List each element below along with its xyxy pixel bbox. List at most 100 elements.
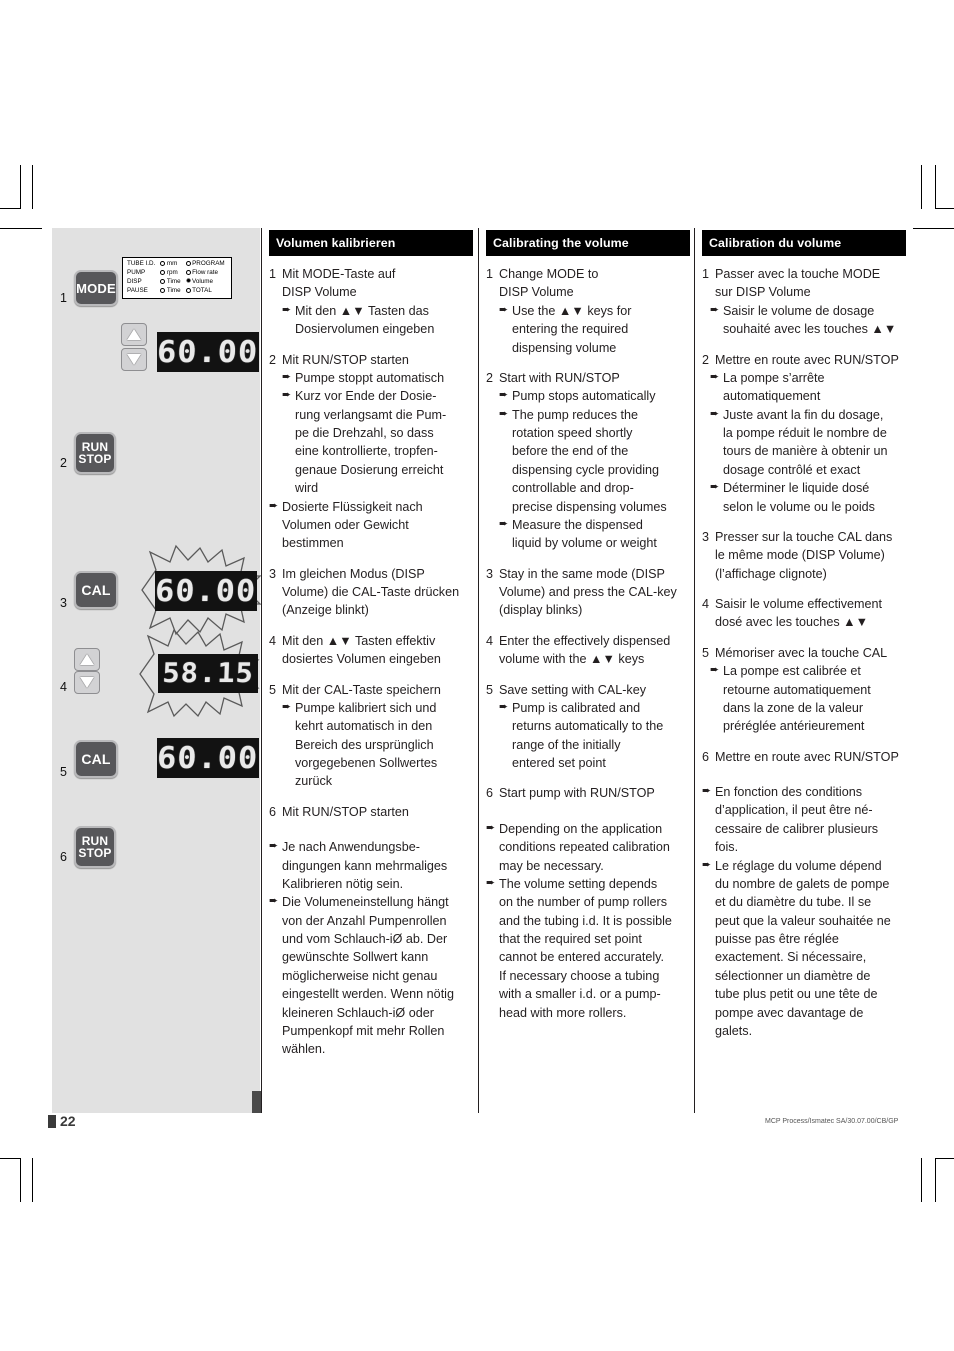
step-number-5: 5 xyxy=(60,765,67,779)
instruction-line: and the tubing i.d. It is possible xyxy=(499,913,672,928)
instruction-line: tube plus petit ou une tête de xyxy=(715,987,878,1002)
column-heading-french: Calibration du volume xyxy=(702,230,906,257)
instruction-line: d’application, il peut être né- xyxy=(715,803,873,818)
mode-legend-option[interactable]: Time xyxy=(157,278,182,287)
instruction-step: 6 Mettre en route avec RUN/STOP xyxy=(702,748,900,766)
mode-legend-option[interactable]: PROGRAM xyxy=(183,260,227,269)
instruction-line: fois. xyxy=(715,840,739,855)
triangle-up-icon xyxy=(80,654,94,665)
instruction-line: Stay in the same mode (DISP xyxy=(499,566,665,581)
down-key-step1[interactable] xyxy=(121,348,147,371)
instruction-line: Déterminer le liquide dosé xyxy=(723,481,870,496)
arrow-bullet-icon: ➨ xyxy=(269,895,279,908)
arrow-bullet-icon: ➨ xyxy=(282,303,292,316)
mode-key[interactable]: MODE xyxy=(74,270,118,306)
crop-mark-top-right-horizontal xyxy=(935,208,954,209)
arrow-bullet-icon: ➨ xyxy=(499,389,509,402)
instruction-bullet: ➨ Saisir le volume de dosage souhaité avec… xyxy=(710,302,900,339)
instruction-bullet-text: The pump reduces the rotation speed short… xyxy=(512,406,684,516)
arrow-bullet-icon: ➨ xyxy=(710,370,720,383)
instruction-line: exactement. Si nécessaire, xyxy=(715,950,867,965)
instruction-step-text: Mit der CAL-Taste speichern xyxy=(282,681,467,699)
instruction-step-number: 1 xyxy=(269,267,277,282)
instruction-line: If necessary choose a tubing xyxy=(499,968,660,983)
instruction-step-text: Passer avec la touche MODE sur DISP Volum… xyxy=(715,265,900,302)
instruction-line: tours de manière à obtenir un xyxy=(723,444,888,459)
mode-legend-option[interactable]: Time xyxy=(157,287,182,296)
instruction-line: precise dispensing volumes xyxy=(512,499,667,514)
instruction-line: Kurz vor Ende der Dosie- xyxy=(295,389,437,404)
mode-legend-option[interactable]: TOTAL xyxy=(183,287,227,296)
instruction-step: 6 Start pump with RUN/STOP xyxy=(486,784,684,802)
arrow-bullet-icon: ➨ xyxy=(710,407,720,420)
display-step4: 58.15 xyxy=(158,654,258,693)
dot-marker-icon xyxy=(185,260,191,266)
note-bullet: ➨ Die Volumeneinstellung hängt von der Anz… xyxy=(269,893,467,1058)
instruction-line: entered set point xyxy=(512,756,606,771)
run-stop-key-step6[interactable]: RUN STOP xyxy=(74,826,116,868)
arrow-bullet-icon: ➨ xyxy=(499,407,509,420)
column-divider-1 xyxy=(261,228,262,1113)
instruction-line: The volume setting depends xyxy=(499,876,658,891)
instruction-line: (l’affichage clignote) xyxy=(715,566,827,581)
dot-marker-icon xyxy=(160,278,166,284)
column-heading-english: Calibrating the volume xyxy=(486,230,690,257)
run-stop-key-step2[interactable]: RUN STOP xyxy=(74,432,116,474)
instruction-bullet-text: Measure the dispensed liquid by volume or… xyxy=(512,516,684,553)
instruction-line: before the end of the xyxy=(512,444,629,459)
instruction-step-text: Mit RUN/STOP starten xyxy=(282,803,467,821)
mode-legend-option[interactable]: ✹Volume xyxy=(183,278,227,287)
arrow-bullet-icon: ➨ xyxy=(486,821,496,834)
mode-legend-label: DISP xyxy=(127,277,142,285)
instruction-line: with a smaller i.d. or a pump- xyxy=(499,987,661,1002)
instruction-bullet-text: Pump is calibrated and returns automatica… xyxy=(512,699,684,773)
up-key-step4[interactable] xyxy=(74,648,100,671)
down-key-step4[interactable] xyxy=(74,671,100,694)
mode-legend-row: PAUSE Time TOTAL xyxy=(127,287,227,296)
instruction-line: Bereich des ursprünglich xyxy=(295,737,434,752)
crop-mark-top-left-vertical xyxy=(20,165,21,209)
instruction-line: puisse pas être réglée xyxy=(715,932,839,947)
panel-corner-marker xyxy=(252,1091,261,1113)
triangle-up-icon xyxy=(127,329,141,340)
column-body-german: 1 Mit MODE-Taste auf DISP Volume ➨ Mit den ▲… xyxy=(269,265,467,1059)
arrow-bullet-icon: ➨ xyxy=(710,481,720,494)
arrow-bullet-icon: ➨ xyxy=(282,389,292,402)
mode-legend-option[interactable]: Flow rate xyxy=(183,269,227,278)
mode-legend-option[interactable]: mm xyxy=(157,260,182,269)
mode-legend-row: PUMP rpm Flow rate xyxy=(127,269,227,278)
step-number-6: 6 xyxy=(60,850,67,864)
instruction-line: volume with the ▲▼ keys xyxy=(499,652,645,667)
instruction-line: rung verlangsamt die Pum- xyxy=(295,407,447,422)
note-text: En fonction des conditions d’application,… xyxy=(715,783,900,857)
instruction-step: 1 Mit MODE-Taste auf DISP Volume xyxy=(269,265,467,302)
instruction-line: cannot be entered accurately. xyxy=(499,950,664,965)
mode-legend-option[interactable]: rpm xyxy=(157,269,182,278)
instruction-step-text: Im gleichen Modus (DISP Volume) die CAL-T… xyxy=(282,565,467,620)
instruction-line: DISP Volume xyxy=(499,285,574,300)
instruction-line: Enter the effectively dispensed xyxy=(499,633,671,648)
instruction-line: genaue Dosierung erreicht xyxy=(295,462,444,477)
cal-key-step3[interactable]: CAL xyxy=(74,571,118,609)
up-key-step1[interactable] xyxy=(121,323,147,346)
instruction-step-text: Mettre en route avec RUN/STOP xyxy=(715,351,900,369)
step-number-1: 1 xyxy=(60,291,67,305)
instruction-line: head with more rollers. xyxy=(499,1005,627,1020)
instruction-line: möglicherweise nicht genau xyxy=(282,968,438,983)
instruction-line: that the required set point xyxy=(499,932,642,947)
note-text: Le réglage du volume dépend du nombre de … xyxy=(715,857,900,1041)
mode-legend-label: TUBE I.D. xyxy=(127,260,156,267)
arrow-bullet-icon: ➨ xyxy=(282,700,292,713)
note-text: The volume setting depends on the number … xyxy=(499,875,684,1022)
instruction-step-number: 2 xyxy=(269,352,277,367)
instruction-line: (display blinks) xyxy=(499,603,583,618)
instruction-line: du nombre de galets de pompe xyxy=(715,876,890,891)
crop-mark-top-right-lower xyxy=(913,228,954,229)
instruction-line: returns automatically to the xyxy=(512,719,664,734)
cal-key-step5[interactable]: CAL xyxy=(74,740,118,778)
instruction-bullet-text: Pumpe kalibriert sich und kehrt automatis… xyxy=(295,699,467,791)
instruction-bullet-text: Saisir le volume de dosage souhaité avec … xyxy=(723,302,900,339)
instruction-line: wählen. xyxy=(282,1042,326,1057)
